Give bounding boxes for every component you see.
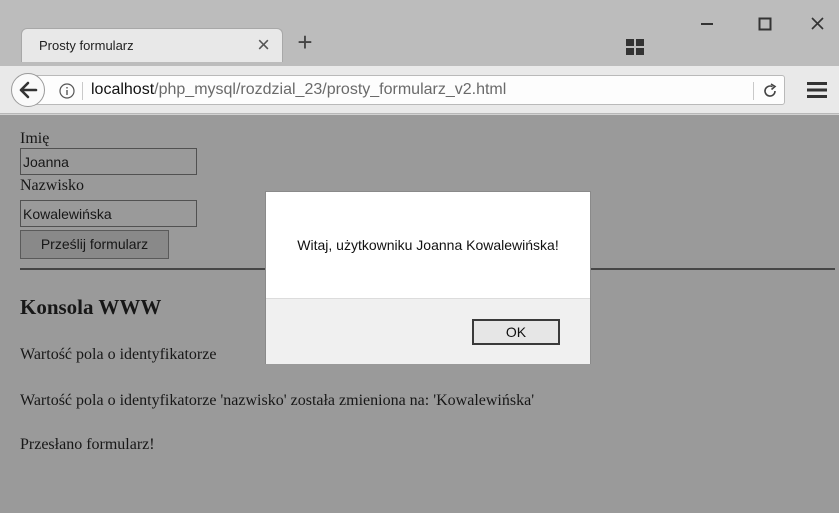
info-icon[interactable] bbox=[59, 83, 75, 104]
alert-dialog: Witaj, użytkowniku Joanna Kowalewińska! … bbox=[265, 191, 591, 364]
url-host: localhost bbox=[91, 81, 155, 98]
close-icon[interactable] bbox=[803, 10, 833, 38]
ok-button[interactable]: OK bbox=[472, 319, 560, 345]
back-arrow-icon[interactable] bbox=[11, 73, 45, 107]
hamburger-menu-icon[interactable] bbox=[807, 82, 827, 103]
url-path: /php_mysql/rozdzial_23/prosty_formularz_… bbox=[154, 81, 507, 98]
new-tab-icon[interactable]: + bbox=[292, 28, 318, 56]
minimize-icon[interactable] bbox=[692, 10, 722, 38]
maximize-icon[interactable] bbox=[750, 10, 780, 38]
reload-icon[interactable] bbox=[761, 82, 779, 105]
title-bar: Prosty formularz × + bbox=[0, 0, 839, 66]
reload-separator bbox=[753, 82, 754, 100]
navigation-toolbar: localhost/php_mysql/rozdzial_23/prosty_f… bbox=[0, 66, 839, 114]
tab-close-icon[interactable]: × bbox=[257, 32, 270, 58]
dialog-message: Witaj, użytkowniku Joanna Kowalewińska! bbox=[297, 237, 559, 253]
dialog-footer: OK bbox=[266, 298, 590, 364]
url-text[interactable]: localhost/php_mysql/rozdzial_23/prosty_f… bbox=[91, 81, 506, 99]
tab-tiles-icon[interactable] bbox=[626, 39, 644, 60]
url-bar[interactable]: localhost/php_mysql/rozdzial_23/prosty_f… bbox=[11, 73, 785, 107]
browser-tab[interactable]: Prosty formularz × bbox=[21, 28, 283, 62]
tab-title: Prosty formularz bbox=[39, 38, 134, 53]
url-separator bbox=[82, 82, 83, 100]
